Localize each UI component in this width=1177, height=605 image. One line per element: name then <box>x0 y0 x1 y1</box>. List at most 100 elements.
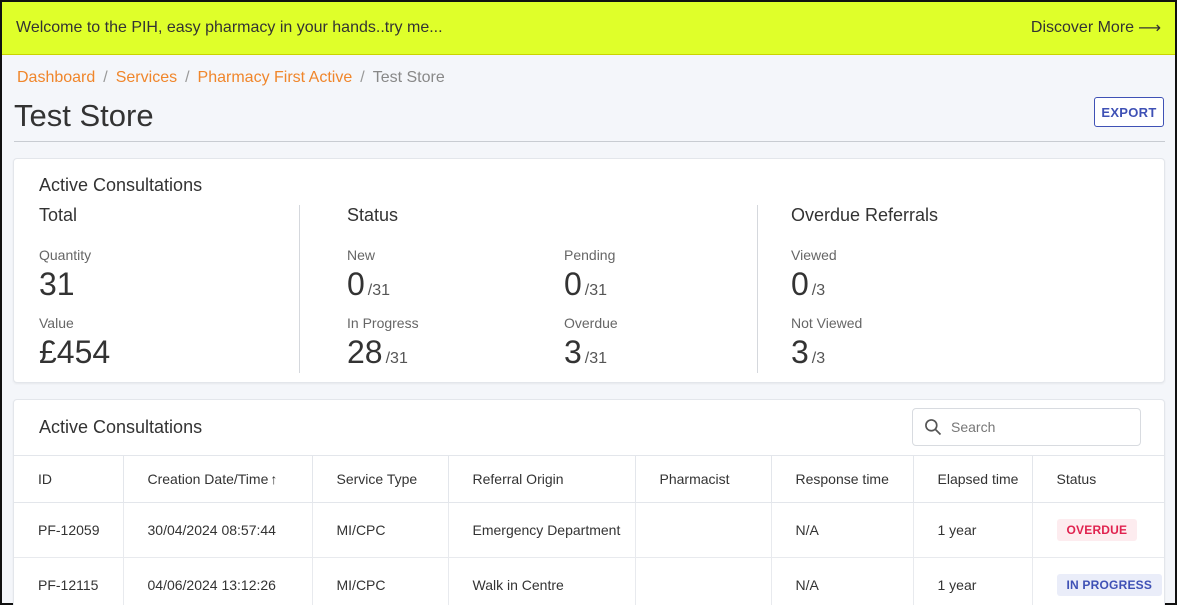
column-header-service-type[interactable]: Service Type <box>312 455 449 503</box>
column-header-pharmacist[interactable]: Pharmacist <box>635 455 772 503</box>
cell-status: IN PROGRESS <box>1032 557 1164 605</box>
cell-id: PF-12115 <box>14 557 124 605</box>
status-badge: OVERDUE <box>1056 519 1138 541</box>
cell-response: N/A <box>771 502 914 558</box>
status-section: Status <box>347 205 398 226</box>
column-header-id[interactable]: ID <box>14 455 124 503</box>
table-row[interactable]: PF-12059 30/04/2024 08:57:44 MI/CPC Emer… <box>14 502 1164 558</box>
not-viewed-metric: 3/3 <box>791 336 825 368</box>
new-denominator: /31 <box>367 282 391 299</box>
overdue-referrals-section: Overdue Referrals <box>791 205 938 226</box>
pending-label: Pending <box>564 247 616 263</box>
discover-more-label: Discover More <box>1030 19 1135 36</box>
banner-message: Welcome to the PIH, easy pharmacy in you… <box>16 19 443 36</box>
new-metric: 0/31 <box>347 268 390 300</box>
section-divider <box>299 205 300 373</box>
table-title: Active Consultations <box>39 417 203 437</box>
cell-created: 30/04/2024 08:57:44 <box>123 502 313 558</box>
active-consultations-table-card: Active Consultations ID Creation Date/Ti… <box>13 399 1165 605</box>
not-viewed-label: Not Viewed <box>791 315 863 331</box>
breadcrumb-separator: / <box>360 69 365 86</box>
cell-status: OVERDUE <box>1032 502 1164 558</box>
total-heading: Total <box>39 205 78 225</box>
search-box[interactable] <box>912 408 1141 446</box>
table-row[interactable]: PF-12115 04/06/2024 13:12:26 MI/CPC Walk… <box>14 557 1164 605</box>
breadcrumb: Dashboard / Services / Pharmacy First Ac… <box>17 69 445 87</box>
total-section: Total <box>39 205 77 226</box>
value-label: Value <box>39 315 74 331</box>
creation-date-header-label: Creation Date/Time <box>147 471 269 487</box>
column-header-referral-origin[interactable]: Referral Origin <box>448 455 636 503</box>
in-progress-value: 28 <box>347 334 383 370</box>
sort-ascending-icon[interactable]: ↑ <box>270 471 277 487</box>
breadcrumb-separator: / <box>185 69 190 86</box>
cell-elapsed: 1 year <box>913 557 1033 605</box>
overdue-value: 3 <box>564 334 582 370</box>
viewed-denominator: /3 <box>811 282 826 299</box>
cell-service: MI/CPC <box>312 502 449 558</box>
cell-created: 04/06/2024 13:12:26 <box>123 557 313 605</box>
arrow-right-icon: ⟶ <box>1138 20 1161 37</box>
cell-service: MI/CPC <box>312 557 449 605</box>
quantity-metric: Quantity <box>39 247 91 263</box>
table-header-row: ID Creation Date/Time ↑ Service Type Refe… <box>14 455 1164 503</box>
consultations-table: ID Creation Date/Time ↑ Service Type Refe… <box>14 455 1164 605</box>
header-divider <box>14 141 1165 142</box>
new-label: New <box>347 247 376 263</box>
not-viewed-value: 3 <box>791 334 809 370</box>
cell-origin: Walk in Centre <box>448 557 636 605</box>
new-metric-label-wrap: New <box>347 247 375 263</box>
breadcrumb-dashboard[interactable]: Dashboard <box>17 69 95 87</box>
value-value: £454 <box>39 334 111 370</box>
overdue-label: Overdue <box>564 315 618 331</box>
overdue-label-wrap: Overdue <box>564 315 618 331</box>
page-title: Test Store <box>14 98 154 133</box>
export-button[interactable]: EXPORT <box>1094 97 1164 127</box>
search-input[interactable] <box>951 419 1131 435</box>
pending-metric-label-wrap: Pending <box>564 247 615 263</box>
viewed-metric: 0/3 <box>791 268 825 300</box>
value-metric: Value <box>39 315 74 331</box>
viewed-label: Viewed <box>791 247 837 263</box>
pending-value: 0 <box>564 266 582 302</box>
in-progress-denominator: /31 <box>385 350 408 367</box>
in-progress-label-wrap: In Progress <box>347 315 419 331</box>
column-header-elapsed-time[interactable]: Elapsed time <box>913 455 1033 503</box>
breadcrumb-pharmacy-first-active[interactable]: Pharmacy First Active <box>198 69 353 87</box>
cell-elapsed: 1 year <box>913 502 1033 558</box>
quantity-value: 31 <box>39 266 75 302</box>
not-viewed-label-wrap: Not Viewed <box>791 315 862 331</box>
overdue-metric: 3/31 <box>564 336 607 368</box>
active-consultations-summary-card: Active Consultations Total Quantity 31 V… <box>13 158 1165 383</box>
column-header-creation-date[interactable]: Creation Date/Time ↑ <box>123 455 313 503</box>
status-badge: IN PROGRESS <box>1056 574 1163 596</box>
cell-pharmacist <box>635 502 772 558</box>
summary-title: Active Consultations <box>39 175 203 195</box>
breadcrumb-current: Test Store <box>372 69 445 86</box>
viewed-value: 0 <box>791 266 809 302</box>
in-progress-metric: 28/31 <box>347 336 408 368</box>
discover-more-link[interactable]: Discover More ⟶ <box>1031 18 1161 38</box>
cell-pharmacist <box>635 557 772 605</box>
overdue-denominator: /31 <box>584 350 608 367</box>
new-value: 0 <box>347 266 365 302</box>
quantity-label: Quantity <box>39 247 92 263</box>
section-divider <box>757 205 758 373</box>
pending-metric: 0/31 <box>564 268 607 300</box>
value-value-wrap: £454 <box>39 336 110 368</box>
quantity-value-wrap: 31 <box>39 268 75 300</box>
cell-origin: Emergency Department <box>448 502 636 558</box>
welcome-banner: Welcome to the PIH, easy pharmacy in you… <box>2 2 1175 55</box>
status-heading: Status <box>347 205 399 225</box>
breadcrumb-separator: / <box>103 69 108 86</box>
overdue-referrals-heading: Overdue Referrals <box>791 205 939 225</box>
cell-id: PF-12059 <box>14 502 124 558</box>
breadcrumb-services[interactable]: Services <box>116 69 177 87</box>
column-header-response-time[interactable]: Response time <box>771 455 914 503</box>
pending-denominator: /31 <box>584 282 608 299</box>
cell-response: N/A <box>771 557 914 605</box>
in-progress-label: In Progress <box>347 315 419 331</box>
column-header-status[interactable]: Status <box>1032 455 1164 503</box>
viewed-label-wrap: Viewed <box>791 247 837 263</box>
search-icon <box>925 419 942 436</box>
